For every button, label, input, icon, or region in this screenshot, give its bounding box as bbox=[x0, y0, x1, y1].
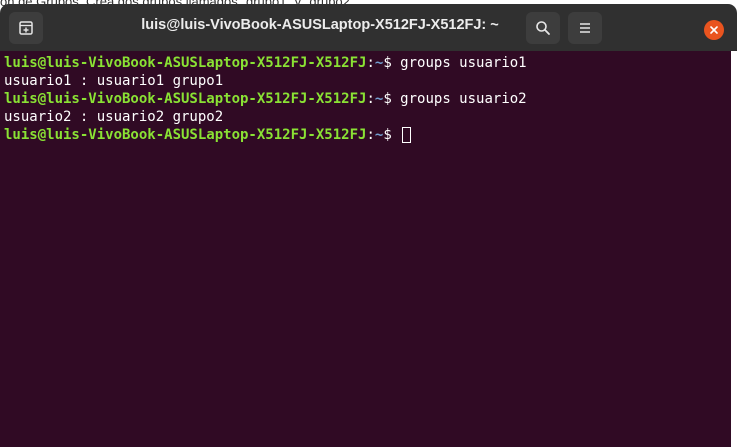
terminal-command-line: luis@luis-VivoBook-ASUSLaptop-X512FJ-X51… bbox=[4, 54, 527, 72]
prompt-symbol: $ bbox=[383, 127, 401, 143]
hamburger-menu-icon bbox=[580, 23, 590, 33]
terminal-output-line: usuario1 : usuario1 grupo1 bbox=[4, 73, 224, 89]
terminal-prompt-line[interactable]: luis@luis-VivoBook-ASUSLaptop-X512FJ-X51… bbox=[4, 126, 412, 144]
terminal-command-line: luis@luis-VivoBook-ASUSLaptop-X512FJ-X51… bbox=[4, 90, 527, 108]
menu-button[interactable] bbox=[568, 12, 602, 44]
prompt-user-host: luis@luis-VivoBook-ASUSLaptop-X512FJ-X51… bbox=[4, 55, 367, 71]
prompt-separator: : bbox=[366, 55, 375, 71]
new-tab-button[interactable] bbox=[9, 12, 43, 44]
search-button[interactable] bbox=[526, 12, 560, 44]
window-title: luis@luis-VivoBook-ASUSLaptop-X512FJ-X51… bbox=[141, 17, 499, 33]
prompt-symbol: $ bbox=[383, 91, 401, 107]
prompt-separator: : bbox=[366, 91, 375, 107]
new-tab-icon bbox=[19, 21, 33, 35]
close-icon bbox=[710, 26, 718, 34]
command-text: groups usuario1 bbox=[400, 55, 527, 71]
search-icon bbox=[536, 21, 550, 35]
close-button[interactable] bbox=[704, 20, 724, 40]
command-text: groups usuario2 bbox=[400, 91, 527, 107]
prompt-user-host: luis@luis-VivoBook-ASUSLaptop-X512FJ-X51… bbox=[4, 91, 367, 107]
text-cursor bbox=[402, 127, 412, 143]
scrollbar[interactable] bbox=[731, 51, 737, 447]
terminal-output[interactable]: luis@luis-VivoBook-ASUSLaptop-X512FJ-X51… bbox=[0, 51, 731, 447]
terminal-output-line: usuario2 : usuario2 grupo2 bbox=[4, 109, 224, 125]
terminal-window: ón de Grupos. Crea dos grupos llamados "… bbox=[0, 0, 737, 447]
prompt-separator: : bbox=[366, 127, 375, 143]
prompt-symbol: $ bbox=[383, 55, 401, 71]
prompt-user-host: luis@luis-VivoBook-ASUSLaptop-X512FJ-X51… bbox=[4, 127, 367, 143]
title-bar[interactable]: luis@luis-VivoBook-ASUSLaptop-X512FJ-X51… bbox=[0, 4, 737, 51]
